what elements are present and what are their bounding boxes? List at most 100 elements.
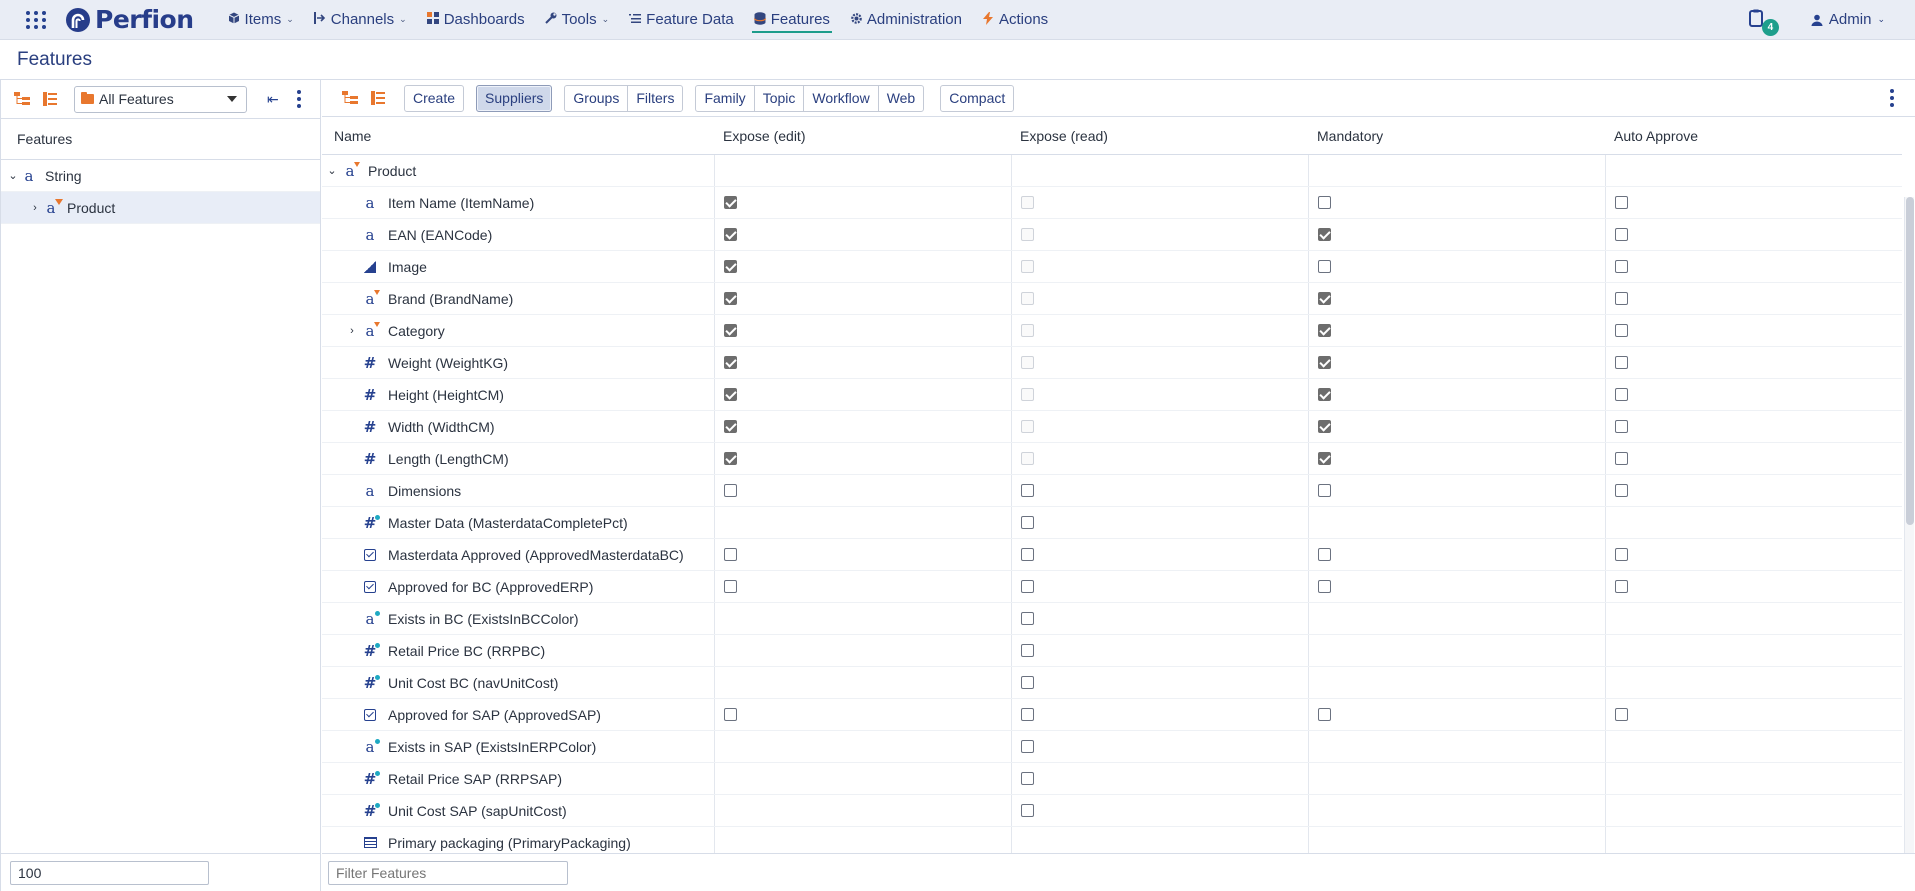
nav-item-actions[interactable]: Actions <box>972 0 1058 39</box>
auto-approve-checkbox[interactable] <box>1615 388 1628 401</box>
topic-button[interactable]: Topic <box>753 84 805 112</box>
table-row[interactable]: # Unit Cost SAP (sapUnitCost) <box>322 795 1902 827</box>
table-row[interactable]: a Exists in SAP (ExistsInERPColor) <box>322 731 1902 763</box>
nav-item-features[interactable]: Features <box>744 0 840 39</box>
logo[interactable]: Perfion <box>65 5 194 34</box>
family-button[interactable]: Family <box>695 84 755 112</box>
chevron-right-icon[interactable]: › <box>346 325 358 337</box>
table-row[interactable]: # Length (LengthCM) <box>322 443 1902 475</box>
expose-read-checkbox[interactable] <box>1021 612 1034 625</box>
suppliers-button[interactable]: Suppliers <box>476 84 553 112</box>
expose-edit-checkbox[interactable] <box>724 324 737 337</box>
tree-row-product[interactable]: › a Product <box>1 192 320 224</box>
expose-read-checkbox[interactable] <box>1021 772 1034 785</box>
auto-approve-checkbox[interactable] <box>1615 260 1628 273</box>
auto-approve-checkbox[interactable] <box>1615 420 1628 433</box>
expose-edit-checkbox[interactable] <box>724 292 737 305</box>
mandatory-checkbox[interactable] <box>1318 708 1331 721</box>
table-row[interactable]: # Master Data (MasterdataCompletePct) <box>322 507 1902 539</box>
expose-read-checkbox[interactable] <box>1021 548 1034 561</box>
auto-approve-checkbox[interactable] <box>1615 452 1628 465</box>
feature-set-select[interactable]: All Features <box>74 85 247 113</box>
auto-approve-checkbox[interactable] <box>1615 580 1628 593</box>
auto-approve-checkbox[interactable] <box>1615 548 1628 561</box>
nav-item-feature-data[interactable]: Feature Data <box>619 0 744 39</box>
expose-edit-checkbox[interactable] <box>724 420 737 433</box>
workflow-button[interactable]: Workflow <box>803 84 879 112</box>
column-header-expose-read[interactable]: Expose (read) <box>1011 128 1308 144</box>
nav-item-items[interactable]: Items ⌄ <box>218 0 304 39</box>
table-row[interactable]: a EAN (EANCode) <box>322 219 1902 251</box>
apps-grid-icon[interactable] <box>25 9 47 31</box>
mandatory-checkbox[interactable] <box>1318 356 1331 369</box>
expose-edit-checkbox[interactable] <box>724 228 737 241</box>
auto-approve-checkbox[interactable] <box>1615 228 1628 241</box>
chevron-right-icon[interactable]: › <box>29 202 41 214</box>
page-size-input[interactable] <box>10 860 209 885</box>
mandatory-checkbox[interactable] <box>1318 548 1331 561</box>
tree-view-icon[interactable] <box>14 91 30 107</box>
mandatory-checkbox[interactable] <box>1318 388 1331 401</box>
auto-approve-checkbox[interactable] <box>1615 196 1628 209</box>
more-options-icon[interactable] <box>296 90 301 108</box>
list-view-icon[interactable] <box>370 90 386 106</box>
table-row[interactable]: ⌄ a Product <box>322 155 1902 187</box>
groups-button[interactable]: Groups <box>564 84 629 112</box>
expose-read-checkbox[interactable] <box>1021 516 1034 529</box>
table-row[interactable]: Image <box>322 251 1902 283</box>
column-header-expose-edit[interactable]: Expose (edit) <box>714 128 1011 144</box>
web-button[interactable]: Web <box>877 84 925 112</box>
tree-row-string[interactable]: ⌄ a String <box>1 160 320 192</box>
expose-edit-checkbox[interactable] <box>724 548 737 561</box>
collapse-panel-icon[interactable]: ⇤ <box>267 91 279 108</box>
expose-edit-checkbox[interactable] <box>724 196 737 209</box>
create-button[interactable]: Create <box>404 84 465 112</box>
column-header-name[interactable]: Name <box>322 128 714 144</box>
expose-edit-checkbox[interactable] <box>724 452 737 465</box>
mandatory-checkbox[interactable] <box>1318 420 1331 433</box>
table-row[interactable]: a Item Name (ItemName) <box>322 187 1902 219</box>
expose-read-checkbox[interactable] <box>1021 580 1034 593</box>
mandatory-checkbox[interactable] <box>1318 324 1331 337</box>
compact-button[interactable]: Compact <box>940 84 1015 112</box>
table-row[interactable]: Approved for BC (ApprovedERP) <box>322 571 1902 603</box>
table-row[interactable]: Masterdata Approved (ApprovedMasterdataB… <box>322 539 1902 571</box>
vertical-scrollbar[interactable] <box>1904 197 1914 891</box>
mandatory-checkbox[interactable] <box>1318 452 1331 465</box>
table-row[interactable]: a Brand (BrandName) <box>322 283 1902 315</box>
notifications-button[interactable]: 4 <box>1748 9 1779 36</box>
list-view-icon[interactable] <box>42 91 58 107</box>
tree-view-icon[interactable] <box>342 90 358 106</box>
mandatory-checkbox[interactable] <box>1318 292 1331 305</box>
chevron-down-icon[interactable]: ⌄ <box>7 169 19 182</box>
mandatory-checkbox[interactable] <box>1318 580 1331 593</box>
expose-edit-checkbox[interactable] <box>724 580 737 593</box>
expose-edit-checkbox[interactable] <box>724 708 737 721</box>
auto-approve-checkbox[interactable] <box>1615 484 1628 497</box>
table-row[interactable]: a Exists in BC (ExistsInBCColor) <box>322 603 1902 635</box>
expose-read-checkbox[interactable] <box>1021 644 1034 657</box>
table-row[interactable]: # Retail Price SAP (RRPSAP) <box>322 763 1902 795</box>
user-menu[interactable]: Admin ⌄ <box>1811 11 1885 28</box>
table-row[interactable]: a Dimensions <box>322 475 1902 507</box>
filters-button[interactable]: Filters <box>627 84 684 112</box>
expose-read-checkbox[interactable] <box>1021 676 1034 689</box>
expose-read-checkbox[interactable] <box>1021 708 1034 721</box>
column-header-auto-approve[interactable]: Auto Approve <box>1605 128 1902 144</box>
column-header-mandatory[interactable]: Mandatory <box>1308 128 1605 144</box>
nav-item-tools[interactable]: Tools ⌄ <box>535 0 620 39</box>
expose-read-checkbox[interactable] <box>1021 484 1034 497</box>
expose-read-checkbox[interactable] <box>1021 740 1034 753</box>
expose-read-checkbox[interactable] <box>1021 804 1034 817</box>
table-row[interactable]: Approved for SAP (ApprovedSAP) <box>322 699 1902 731</box>
table-row[interactable]: # Unit Cost BC (navUnitCost) <box>322 667 1902 699</box>
expose-edit-checkbox[interactable] <box>724 356 737 369</box>
auto-approve-checkbox[interactable] <box>1615 708 1628 721</box>
auto-approve-checkbox[interactable] <box>1615 356 1628 369</box>
table-row[interactable]: # Weight (WeightKG) <box>322 347 1902 379</box>
nav-item-channels[interactable]: Channels ⌄ <box>304 0 417 39</box>
auto-approve-checkbox[interactable] <box>1615 324 1628 337</box>
table-row[interactable]: # Width (WidthCM) <box>322 411 1902 443</box>
expose-edit-checkbox[interactable] <box>724 388 737 401</box>
table-row[interactable]: › a Category <box>322 315 1902 347</box>
